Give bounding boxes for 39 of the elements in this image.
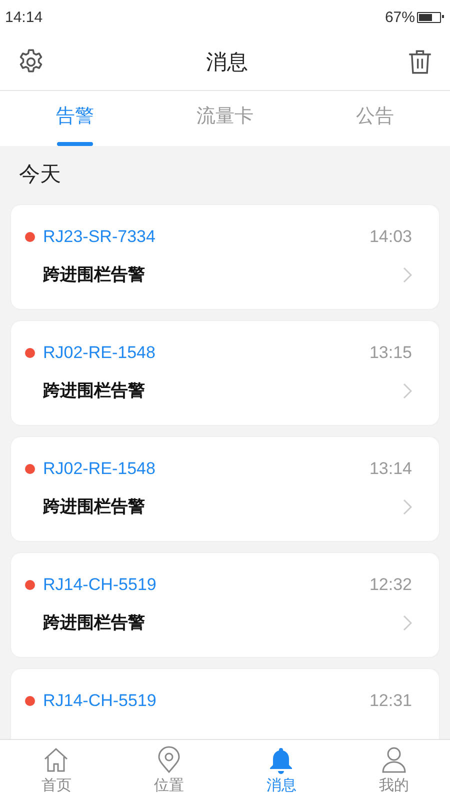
nav-item[interactable]: 首页 xyxy=(0,740,112,800)
alert-card[interactable]: RJ02-RE-1548 13:15 跨进围栏告警 xyxy=(11,321,439,425)
home-icon xyxy=(42,746,70,774)
chevron-right-icon xyxy=(403,382,412,398)
alert-message: 跨进围栏告警 xyxy=(43,264,145,286)
tab[interactable]: 流量卡 xyxy=(150,91,300,146)
delete-button[interactable] xyxy=(408,49,432,75)
tab[interactable]: 公告 xyxy=(300,91,450,146)
alert-time: 14:03 xyxy=(369,227,412,247)
battery-icon xyxy=(417,12,441,22)
alert-time: 12:32 xyxy=(369,575,412,595)
alert-message: 跨进围栏告警 xyxy=(43,612,145,634)
person-icon xyxy=(380,746,408,774)
nav-item[interactable]: 消息 xyxy=(225,740,338,800)
alert-message: 跨进围栏告警 xyxy=(43,380,145,402)
alert-card[interactable]: RJ14-CH-5519 12:32 跨进围栏告警 xyxy=(11,553,439,657)
status-time: 14:14 xyxy=(5,8,43,26)
section-title: 今天 xyxy=(18,161,62,188)
device-id: RJ14-CH-5519 xyxy=(43,575,158,595)
alert-time: 13:15 xyxy=(369,343,412,363)
device-id: RJ14-CH-5519 xyxy=(43,691,158,711)
chevron-right-icon xyxy=(403,498,412,514)
trash-icon xyxy=(408,49,432,75)
chevron-right-icon xyxy=(403,266,412,282)
tab[interactable]: 告警 xyxy=(0,91,150,146)
alert-time: 12:31 xyxy=(369,691,412,711)
battery-percent: 67% xyxy=(384,8,415,26)
alert-card[interactable]: RJ23-SR-7334 14:03 跨进围栏告警 xyxy=(11,205,439,309)
alert-card[interactable]: RJ14-CH-5519 12:31 xyxy=(11,669,439,739)
alert-card[interactable]: RJ02-RE-1548 13:14 跨进围栏告警 xyxy=(11,437,439,541)
nav-item[interactable]: 我的 xyxy=(338,740,450,800)
chevron-right-icon xyxy=(403,614,412,630)
alert-time: 13:14 xyxy=(369,459,412,479)
page-title: 消息 xyxy=(206,49,248,76)
device-id: RJ02-RE-1548 xyxy=(43,343,156,363)
nav-item[interactable]: 位置 xyxy=(112,740,225,800)
alert-message: 跨进围栏告警 xyxy=(43,496,145,518)
device-id: RJ23-SR-7334 xyxy=(43,227,156,247)
device-id: RJ02-RE-1548 xyxy=(43,459,156,479)
